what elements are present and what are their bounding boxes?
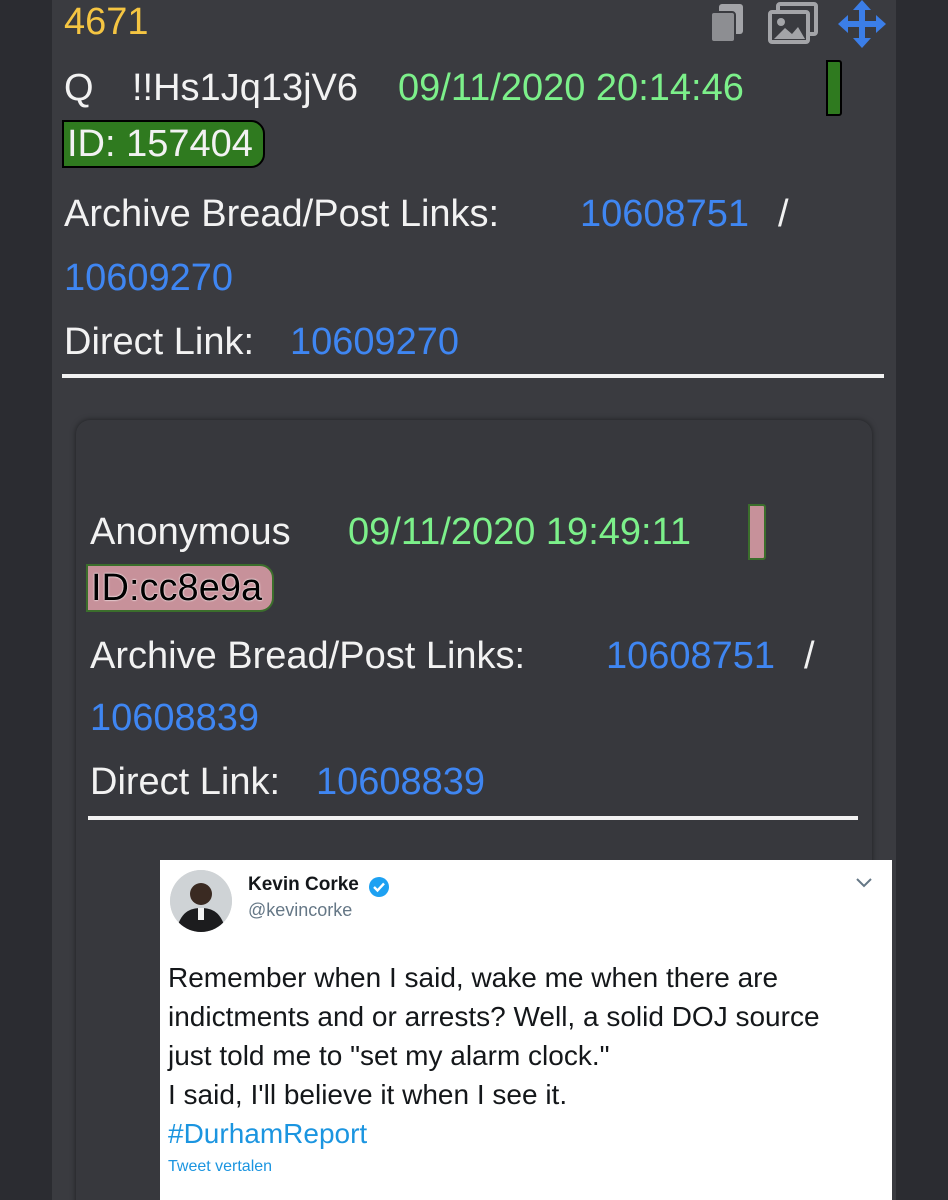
avatar — [170, 870, 232, 932]
tweet-embed[interactable]: Kevin Corke @kevincorke Remember when I … — [160, 860, 892, 1200]
archive-separator: / — [778, 193, 789, 235]
post-number[interactable]: 4671 — [64, 0, 149, 44]
post-tripcode: !!Hs1Jq13jV6 — [132, 67, 359, 109]
archive-bread-link[interactable]: 10608751 — [580, 192, 749, 236]
quoted-id[interactable]: ID:cc8e9a — [86, 564, 275, 612]
quoted-divider — [88, 816, 858, 820]
tweet-line: Remember when I said, wake me when there… — [168, 962, 779, 993]
quoted-archive-post-link[interactable]: 10608839 — [90, 696, 259, 740]
post-timestamp: 09/11/2020 20:14:46 — [398, 67, 744, 109]
tweet-handle[interactable]: @kevincorke — [248, 900, 352, 921]
right-margin — [896, 0, 948, 1200]
tweet-line: just told me to "set my alarm clock." — [168, 1040, 610, 1071]
direct-link-label: Direct Link: — [64, 321, 255, 363]
tweet-name[interactable]: Kevin Corke — [248, 874, 359, 896]
id-color-chip — [826, 60, 842, 116]
post-author: Q — [64, 67, 94, 109]
quoted-archive-separator: / — [804, 635, 815, 677]
archive-label: Archive Bread/Post Links: — [64, 193, 500, 235]
tweet-line: I said, I'll believe it when I see it. — [168, 1079, 568, 1110]
post-id[interactable]: ID: 157404 — [62, 120, 265, 168]
left-margin — [0, 0, 52, 1200]
quoted-archive-label: Archive Bread/Post Links: — [90, 635, 526, 677]
quoted-direct-link[interactable]: 10608839 — [316, 760, 485, 804]
quoted-archive-bread-link[interactable]: 10608751 — [606, 634, 775, 678]
quoted-direct-label: Direct Link: — [90, 761, 281, 803]
tweet-translate-link[interactable]: Tweet vertalen — [168, 1158, 272, 1176]
archive-post-link[interactable]: 10609270 — [64, 256, 233, 300]
q-post: 4671 Q !!Hs1Jq13jV6 09/11/2020 20:14:46 … — [52, 0, 896, 1200]
tweet-hashtag[interactable]: #DurhamReport — [168, 1114, 367, 1153]
quoted-id-color-chip — [748, 504, 766, 560]
quoted-timestamp: 09/11/2020 19:49:11 — [348, 511, 692, 553]
copy-icon[interactable] — [707, 2, 747, 44]
tweet-line: indictments and or arrests? Well, a soli… — [168, 1001, 820, 1032]
header-divider — [62, 374, 884, 378]
verified-badge-icon — [369, 877, 389, 897]
images-icon[interactable] — [768, 2, 818, 44]
move-icon[interactable] — [838, 0, 886, 48]
direct-link[interactable]: 10609270 — [290, 320, 459, 364]
quoted-author: Anonymous — [90, 511, 291, 553]
chevron-down-icon[interactable] — [854, 876, 874, 890]
